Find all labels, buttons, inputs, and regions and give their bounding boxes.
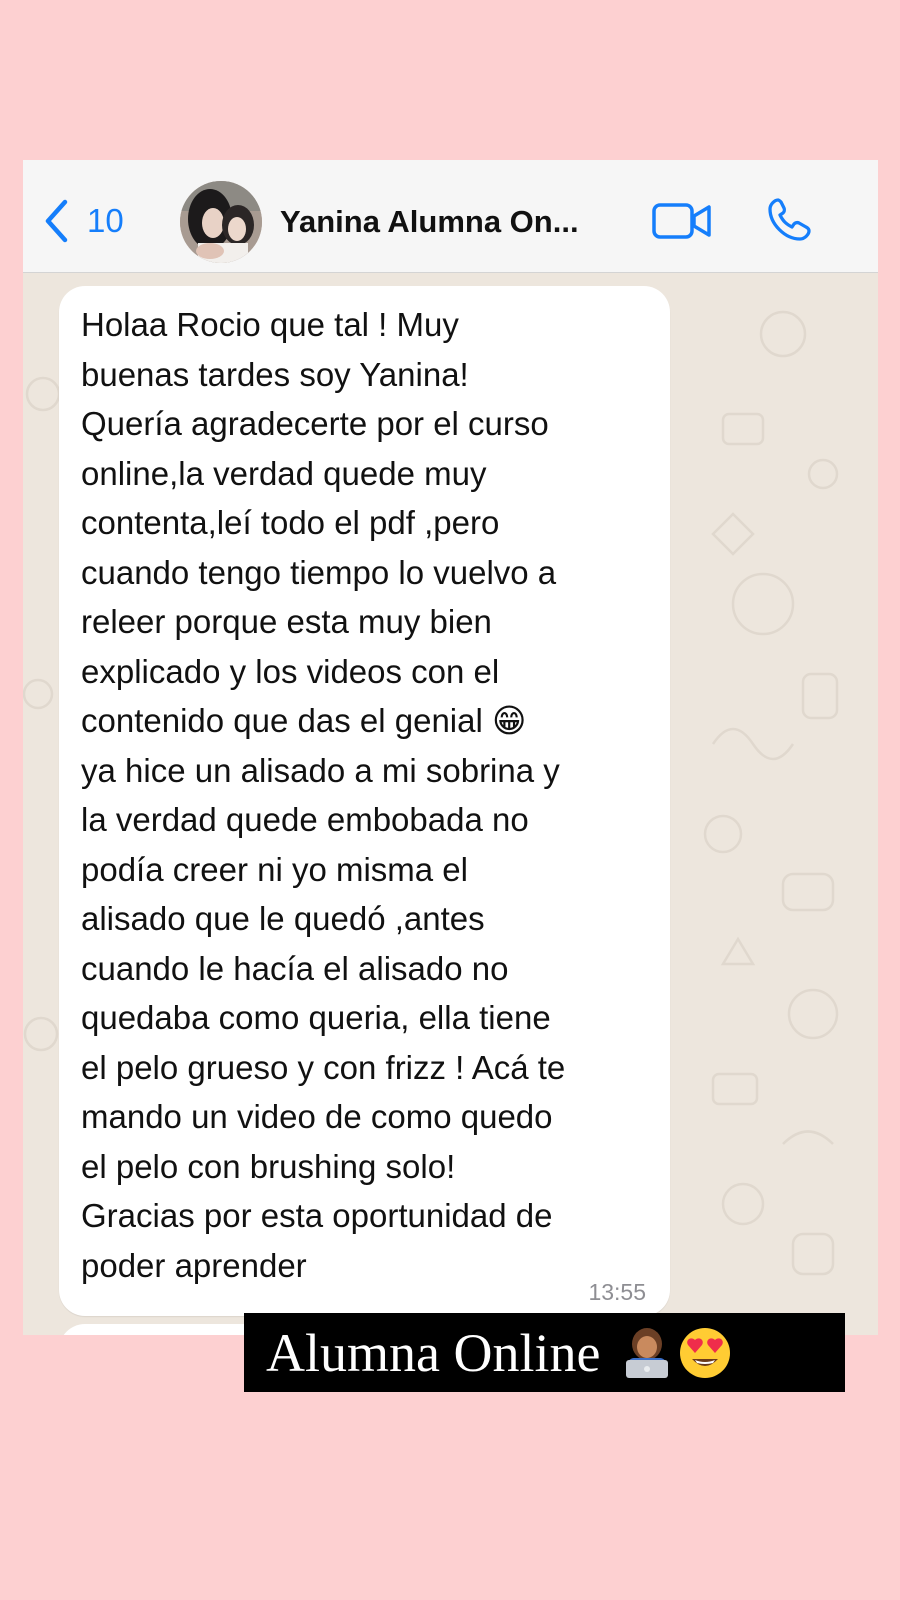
caption-text: Alumna Online [266, 1322, 601, 1383]
received-message-bubble[interactable]: Holaa Rocio que tal ! Muy buenas tardes … [59, 286, 670, 1316]
unread-count: 10 [87, 202, 124, 239]
heart-eyes-icon [680, 1327, 731, 1378]
message-text: Holaa Rocio que tal ! Muy buenas tardes … [81, 306, 566, 1284]
chat-area[interactable]: Holaa Rocio que tal ! Muy buenas tardes … [23, 274, 878, 1335]
contact-name[interactable]: Yanina Alumna On... [280, 204, 579, 240]
back-button[interactable]: 10 [41, 196, 124, 246]
video-camera-icon[interactable] [651, 200, 713, 242]
chat-screenshot: 10 Yanina Alumna On... Holaa Rocio que t… [23, 160, 878, 1335]
avatar[interactable] [180, 181, 262, 263]
message-timestamp: 13:55 [588, 1279, 646, 1305]
chat-header: 10 Yanina Alumna On... [23, 160, 878, 273]
phone-icon[interactable] [765, 196, 813, 244]
story-caption: Alumna Online [244, 1313, 845, 1392]
woman-technologist-icon [626, 1327, 669, 1378]
contact-photo [180, 181, 262, 263]
chevron-left-icon [45, 199, 68, 243]
